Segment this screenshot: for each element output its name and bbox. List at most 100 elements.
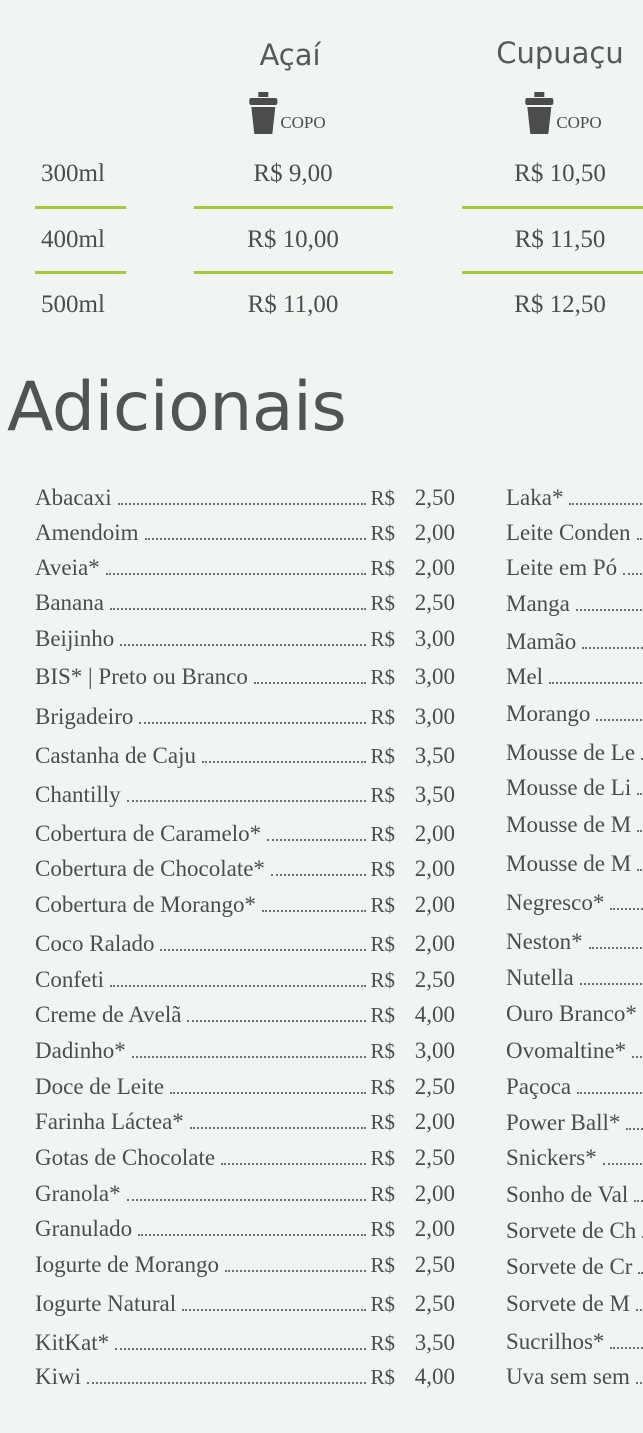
dot-leader bbox=[221, 1163, 367, 1165]
item-name: Sorvete de M bbox=[506, 1291, 630, 1316]
item-price: 2,00 bbox=[414, 931, 455, 956]
item-name: Iogurte Natural bbox=[35, 1291, 177, 1316]
list-item: Laka* bbox=[506, 481, 643, 511]
item-name: Leite em Pó bbox=[506, 555, 618, 580]
list-item: Aveia* R$ 2,00 bbox=[35, 551, 455, 581]
item-price: 2,00 bbox=[414, 821, 455, 846]
list-item: Chantilly R$ 3,50 bbox=[35, 778, 455, 808]
list-item: Mousse de Le bbox=[506, 736, 643, 766]
dot-leader bbox=[637, 869, 643, 871]
copo-label: COPO bbox=[556, 113, 602, 132]
item-price: 3,00 bbox=[414, 664, 455, 689]
item-price: 2,00 bbox=[414, 1216, 455, 1241]
item-name: Sucrilhos* bbox=[506, 1329, 605, 1354]
item-name: Laka* bbox=[506, 485, 564, 510]
item-currency: R$ bbox=[370, 1146, 395, 1170]
dot-leader bbox=[187, 1020, 367, 1022]
list-item: Sucrilhos* bbox=[506, 1325, 643, 1355]
dot-leader bbox=[201, 761, 367, 763]
dot-leader bbox=[189, 1127, 367, 1129]
dot-leader bbox=[575, 609, 643, 611]
item-currency: R$ bbox=[370, 1365, 395, 1389]
list-item: Uva sem sem bbox=[506, 1360, 643, 1390]
item-price: 3,00 bbox=[414, 626, 455, 651]
item-currency: R$ bbox=[370, 1182, 395, 1206]
list-item: Beijinho R$ 3,00 bbox=[35, 622, 455, 652]
list-item: Mousse de Li bbox=[506, 771, 643, 801]
dot-leader bbox=[126, 1199, 367, 1201]
list-item: Paçoca bbox=[506, 1070, 643, 1100]
list-item: Cobertura de Caramelo* R$ 2,00 bbox=[35, 817, 455, 847]
item-name: Coco Ralado bbox=[35, 931, 155, 956]
cup-icon bbox=[525, 92, 554, 134]
item-price: 2,50 bbox=[414, 1252, 455, 1277]
item-name: Ovomaltine* bbox=[506, 1038, 627, 1063]
item-currency: R$ bbox=[370, 932, 395, 956]
dot-leader bbox=[569, 503, 643, 505]
item-price: 4,00 bbox=[414, 1002, 455, 1027]
item-name: Mousse de Le bbox=[506, 740, 636, 765]
divider bbox=[462, 271, 643, 274]
item-name: Confeti bbox=[35, 967, 104, 992]
dot-leader bbox=[182, 1309, 367, 1311]
item-name: Banana bbox=[35, 590, 104, 615]
item-name: Negresco* bbox=[506, 890, 605, 915]
dot-leader bbox=[110, 985, 367, 987]
item-price: 2,50 bbox=[414, 1291, 455, 1316]
item-price: 2,50 bbox=[414, 1145, 455, 1170]
item-price: 2,00 bbox=[414, 892, 455, 917]
item-name: Brigadeiro bbox=[35, 704, 134, 729]
item-price: 3,50 bbox=[414, 782, 455, 807]
list-item: Creme de Avelã R$ 4,00 bbox=[35, 998, 455, 1028]
item-currency: R$ bbox=[370, 822, 395, 846]
item-name: Power Ball* bbox=[506, 1110, 621, 1135]
item-name: Iogurte de Morango bbox=[35, 1252, 219, 1277]
list-item: Banana R$ 2,50 bbox=[35, 586, 455, 616]
dot-leader bbox=[577, 1092, 643, 1094]
item-name: Aveia* bbox=[35, 555, 100, 580]
acai-price-300: R$ 9,00 bbox=[253, 160, 333, 187]
list-item: Snickers* bbox=[506, 1141, 643, 1171]
list-item: Cobertura de Morango* R$ 2,00 bbox=[35, 888, 455, 918]
dot-leader bbox=[270, 874, 367, 876]
item-currency: R$ bbox=[370, 705, 395, 729]
item-currency: R$ bbox=[370, 893, 395, 917]
cupuacu-price-500: R$ 12,50 bbox=[514, 291, 606, 318]
item-currency: R$ bbox=[370, 1217, 395, 1241]
size-400: 400ml bbox=[41, 226, 105, 253]
list-item: Leite Conden bbox=[506, 516, 643, 546]
item-currency: R$ bbox=[370, 486, 395, 510]
divider bbox=[194, 271, 393, 274]
item-price: 3,00 bbox=[414, 1038, 455, 1063]
item-name: Mamão bbox=[506, 629, 577, 654]
list-item: Mamão bbox=[506, 625, 643, 655]
divider bbox=[35, 206, 126, 209]
item-price: 2,50 bbox=[414, 590, 455, 615]
item-name: Leite Conden bbox=[506, 520, 631, 545]
item-name: Mousse de Li bbox=[506, 775, 632, 800]
dot-leader bbox=[87, 1382, 367, 1384]
item-currency: R$ bbox=[370, 627, 395, 651]
copo-label: COPO bbox=[280, 113, 326, 132]
item-currency: R$ bbox=[370, 1039, 395, 1063]
item-name: Sorvete de Ch bbox=[506, 1218, 637, 1243]
list-item: Ovomaltine* bbox=[506, 1034, 643, 1064]
dot-leader bbox=[267, 839, 367, 841]
item-name: Mel bbox=[506, 664, 544, 689]
item-name: Castanha de Caju bbox=[35, 743, 196, 768]
dot-leader bbox=[262, 910, 367, 912]
list-item: Dadinho* R$ 3,00 bbox=[35, 1034, 455, 1064]
item-price: 2,50 bbox=[414, 1074, 455, 1099]
list-item: Sorvete de Cr bbox=[506, 1250, 643, 1280]
dot-leader bbox=[596, 719, 643, 721]
item-name: Cobertura de Morango* bbox=[35, 892, 256, 917]
list-item: Iogurte Natural R$ 2,50 bbox=[35, 1287, 455, 1317]
item-name: Paçoca bbox=[506, 1074, 572, 1099]
item-price: 3,50 bbox=[414, 743, 455, 768]
item-currency: R$ bbox=[370, 968, 395, 992]
list-item: Manga bbox=[506, 587, 643, 617]
list-item: Brigadeiro R$ 3,00 bbox=[35, 700, 455, 730]
item-price: 3,50 bbox=[414, 1330, 455, 1355]
item-name: Dadinho* bbox=[35, 1038, 126, 1063]
size-500: 500ml bbox=[41, 291, 105, 318]
